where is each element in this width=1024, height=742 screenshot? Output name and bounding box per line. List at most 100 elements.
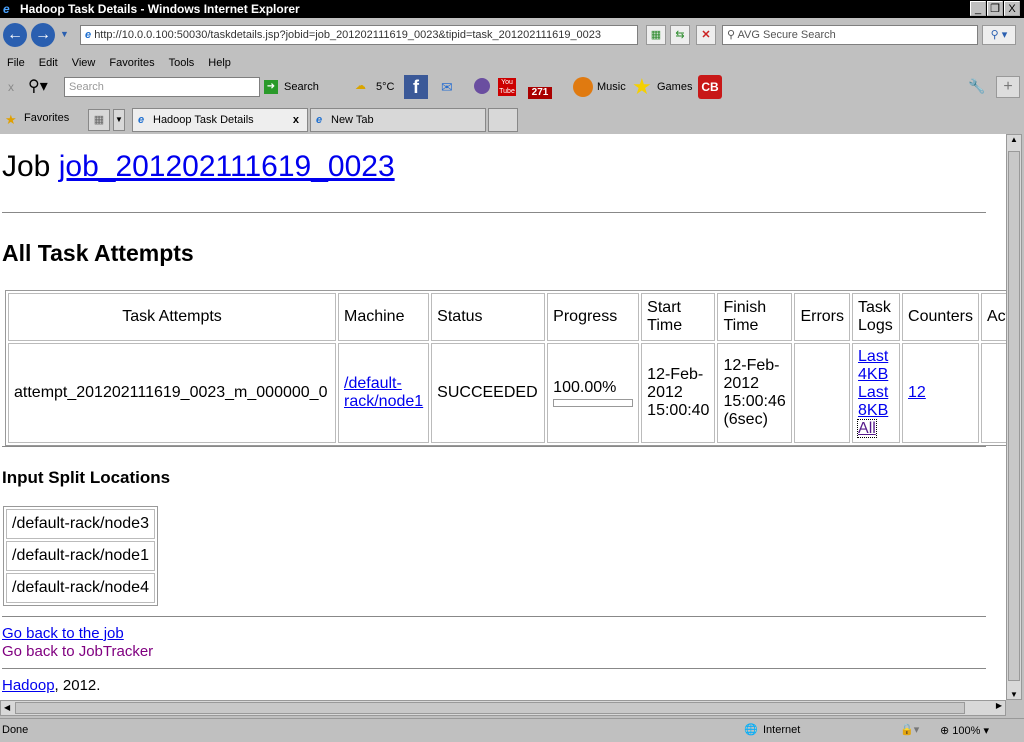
vertical-scrollbar[interactable]: ▲ ▼ [1006, 134, 1022, 700]
games-button[interactable]: Games [657, 81, 692, 93]
forward-button[interactable]: → [31, 23, 55, 47]
menu-tools[interactable]: Tools [169, 57, 195, 69]
zone-text: Internet [763, 724, 801, 736]
search-logo-icon[interactable]: ⚲▾ [28, 76, 48, 96]
close-toolbar-icon[interactable]: x [8, 80, 14, 94]
quick-tabs-icon[interactable]: ▦ [88, 109, 110, 131]
start-time: 12-Feb-2012 15:00:40 [641, 343, 716, 443]
log-last-8kb-link[interactable]: Last 8KB [858, 384, 888, 419]
log-all-link[interactable]: All [857, 419, 877, 438]
cb-button[interactable]: CB [698, 75, 722, 99]
table-row: attempt_201202111619_0023_m_000000_0 /de… [8, 343, 1006, 443]
games-star-icon[interactable]: ★ [632, 74, 652, 100]
music-icon[interactable] [573, 77, 593, 97]
weather-temp[interactable]: 5°C [376, 81, 394, 93]
protected-mode-icon[interactable]: 🔒▾ [900, 723, 919, 736]
status-text: SUCCEEDED [431, 343, 546, 443]
attempt-id: attempt_201202111619_0023_m_000000_0 [8, 343, 336, 443]
restore-button[interactable]: ❐ [987, 1, 1003, 16]
job-link[interactable]: job_201202111619_0023 [59, 150, 395, 183]
splits-heading: Input Split Locations [2, 468, 171, 487]
search-go-icon[interactable]: ➜ [264, 80, 278, 94]
page-content: Job job_201202111619_0023 All Task Attem… [0, 134, 1006, 700]
weather-icon[interactable]: ☁ [355, 79, 366, 92]
compatibility-icon[interactable]: ▦ [646, 25, 666, 45]
split-location: /default-rack/node1 [6, 541, 155, 571]
machine-link[interactable]: /default-rack/node1 [344, 375, 423, 410]
header-actions: Acti [980, 293, 1006, 341]
back-button[interactable]: ← [3, 23, 27, 47]
back-to-job-link[interactable]: Go back to the job [2, 625, 124, 642]
new-tab-button[interactable] [488, 108, 518, 132]
back-to-jobtracker-link[interactable]: Go back to JobTracker [2, 643, 153, 660]
toolbar-search-button[interactable]: Search [284, 81, 319, 93]
menu-help[interactable]: Help [208, 57, 231, 69]
add-toolbar-button[interactable]: + [996, 76, 1020, 98]
zoom-control[interactable]: ⊕ 100% ▾ [940, 724, 989, 737]
header-start-time: Start Time [641, 293, 716, 341]
status-text: Done [2, 724, 29, 736]
header-task-logs: Task Logs [852, 293, 901, 341]
search-input[interactable]: ⚲ AVG Secure Search [722, 25, 978, 45]
table-header-row: Task Attempts Machine Status Progress St… [8, 293, 1006, 341]
globe-icon: 🌐 [744, 724, 758, 736]
close-tab-icon[interactable]: x [293, 109, 299, 131]
mail-count-badge[interactable]: 271 [528, 87, 552, 99]
wrench-icon[interactable]: 🔧 [968, 78, 985, 95]
header-finish-time: Finish Time [717, 293, 793, 341]
menu-file[interactable]: File [7, 57, 25, 69]
hadoop-link[interactable]: Hadoop [2, 677, 55, 694]
task-attempts-table: Task Attempts Machine Status Progress St… [5, 290, 1006, 446]
favorites-star-icon[interactable]: ★ [5, 112, 17, 128]
page-title: Job job_201202111619_0023 [2, 150, 395, 183]
ie-tab-icon: e [138, 114, 145, 126]
window-title: Hadoop Task Details - Windows Internet E… [20, 2, 300, 16]
music-button[interactable]: Music [597, 81, 626, 93]
menu-bar: File Edit View Favorites Tools Help [7, 57, 245, 69]
app-icon[interactable] [474, 78, 490, 94]
history-dropdown-icon[interactable]: ▼ [60, 29, 69, 39]
vertical-scroll-thumb[interactable] [1008, 151, 1020, 681]
log-last-4kb-link[interactable]: Last 4KB [858, 348, 888, 383]
finish-time: 12-Feb-2012 15:00:46 (6sec) [717, 343, 793, 443]
mail-icon[interactable]: ✉ [441, 79, 453, 96]
status-bar: Done 🌐 Internet 🔒▾ ⊕ 100% ▾ [0, 718, 1024, 742]
tab-hadoop-task-details[interactable]: e Hadoop Task Details x [132, 108, 308, 132]
header-status: Status [431, 293, 546, 341]
page-icon: e [85, 29, 92, 41]
split-location: /default-rack/node4 [6, 573, 155, 603]
progress-bar [553, 399, 634, 407]
actions-cell [980, 343, 1006, 443]
search-button[interactable]: ⚲ ▾ [982, 25, 1016, 45]
errors-cell [794, 343, 851, 443]
favorites-button[interactable]: Favorites [24, 112, 69, 124]
header-machine: Machine [338, 293, 430, 341]
minimize-button[interactable]: _ [970, 1, 986, 16]
tab-list-dropdown[interactable]: ▼ [113, 109, 125, 131]
facebook-icon[interactable]: f [404, 75, 428, 99]
menu-favorites[interactable]: Favorites [109, 57, 154, 69]
stop-icon[interactable]: ✕ [696, 25, 716, 45]
header-errors: Errors [794, 293, 851, 341]
close-button[interactable]: X [1004, 1, 1020, 16]
ie-logo-icon: e [3, 2, 10, 16]
youtube-icon[interactable]: You Tube [498, 78, 516, 96]
header-progress: Progress [547, 293, 640, 341]
menu-view[interactable]: View [72, 57, 96, 69]
menu-edit[interactable]: Edit [39, 57, 58, 69]
horizontal-scroll-thumb[interactable] [15, 702, 965, 714]
title-bar: e Hadoop Task Details - Windows Internet … [0, 0, 1024, 18]
toolbar-search-input[interactable]: Search [64, 77, 260, 97]
tab-new-tab[interactable]: e New Tab [310, 108, 486, 132]
refresh-icon[interactable]: ⇆ [670, 25, 690, 45]
horizontal-scrollbar[interactable]: ◀ ▶ [0, 700, 1006, 716]
attempts-heading: All Task Attempts [2, 240, 194, 266]
address-bar[interactable]: e http://10.0.0.100:50030/taskdetails.js… [80, 25, 638, 45]
footer: Hadoop, 2012. [2, 677, 101, 694]
counters-link[interactable]: 12 [908, 384, 926, 401]
header-counters: Counters [902, 293, 979, 341]
ie-tab-icon: e [316, 114, 323, 126]
header-task-attempts: Task Attempts [8, 293, 336, 341]
progress-text: 100.00% [553, 379, 617, 396]
split-locations-table: /default-rack/node3 /default-rack/node1 … [3, 506, 158, 606]
